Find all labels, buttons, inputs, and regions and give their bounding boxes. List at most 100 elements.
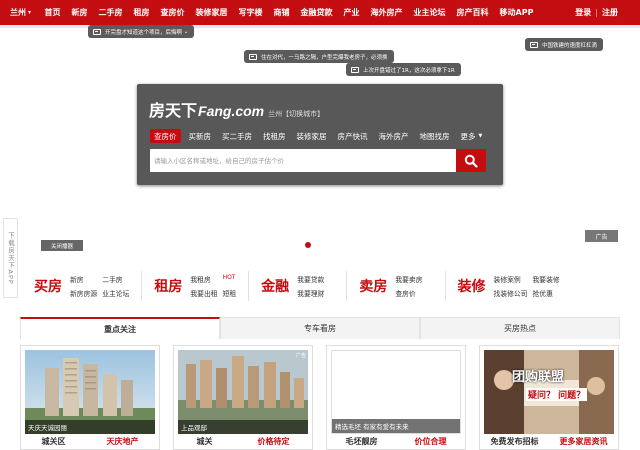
category-finance: 金融 我要贷款 我要理财 bbox=[261, 263, 359, 308]
property-card[interactable]: 天庆天诚园丽 城关区 天庆地产 bbox=[20, 345, 160, 450]
category-rent: 租房 我租房 HOT 我要出租 短租 bbox=[154, 263, 261, 308]
search-button[interactable] bbox=[456, 149, 486, 172]
category-title[interactable]: 租房 bbox=[154, 276, 182, 296]
link-wealth[interactable]: 我要理财 bbox=[297, 288, 324, 298]
more-news-link[interactable]: 更多家居资讯 bbox=[560, 436, 608, 447]
comment-bubble[interactable]: 上次开盘错过了1R，这次必须拿下1R bbox=[346, 63, 461, 76]
carousel-dot[interactable] bbox=[305, 242, 311, 248]
caret-down-icon: ▼ bbox=[478, 133, 483, 139]
link-loan[interactable]: 我要贷款 bbox=[297, 274, 324, 284]
nav-second-hand[interactable]: 二手房 bbox=[93, 7, 128, 18]
nav-new-house[interactable]: 新房 bbox=[66, 7, 93, 18]
link-new-house[interactable]: 新房 bbox=[70, 274, 97, 284]
property-image[interactable]: 精选毛坯 有家有爱有未来 bbox=[331, 350, 461, 434]
card-price[interactable]: 价格待定 bbox=[258, 436, 290, 447]
link-deals[interactable]: 抢优惠 bbox=[533, 288, 560, 298]
search-input[interactable] bbox=[150, 149, 456, 172]
ad-label: 广告 bbox=[585, 230, 618, 242]
city-selector[interactable]: 兰州 ▾ bbox=[0, 7, 39, 18]
nav-office[interactable]: 写字楼 bbox=[233, 7, 268, 18]
search-tabs: 查房价 买新房 买二手房 找租房 装修家居 房产快讯 海外房产 地图找房 更多 ▼ bbox=[150, 129, 490, 143]
link-cases[interactable]: 装修案例 bbox=[494, 274, 528, 284]
promo-card[interactable]: 团购联盟 疑问？ 问题？ 免费发布招标 更多家居资讯 bbox=[479, 345, 619, 450]
property-image[interactable]: 上品观邸 广告 bbox=[178, 350, 308, 434]
image-caption: 精选毛坯 有家有爱有未来 bbox=[332, 419, 460, 433]
tab-more[interactable]: 更多 ▼ bbox=[458, 129, 486, 143]
hot-badge: HOT bbox=[222, 273, 236, 281]
card-location[interactable]: 城关区 bbox=[42, 436, 66, 447]
chat-icon bbox=[93, 28, 101, 35]
login-link[interactable]: 登录 bbox=[575, 7, 591, 18]
card-location[interactable]: 城关 bbox=[197, 436, 213, 447]
comment-bubble[interactable]: 开完盘才知道这个项目，后悔啊 ⌄ bbox=[88, 25, 195, 38]
tab-overseas[interactable]: 海外房产 bbox=[376, 129, 412, 143]
site-logo[interactable]: 房天下 Fang.com 兰州【切换城市】 bbox=[149, 97, 324, 121]
nav-forum[interactable]: 业主论坛 bbox=[408, 7, 451, 18]
ad-tag: 广告 bbox=[295, 353, 306, 359]
tab-news[interactable]: 房产快讯 bbox=[335, 129, 371, 143]
card-title[interactable]: 毛坯靓房 bbox=[346, 436, 378, 447]
link-check-price[interactable]: 查房价 bbox=[395, 288, 422, 298]
tab-decoration[interactable]: 装修家居 bbox=[294, 129, 330, 143]
link-find-rent[interactable]: 我租房 bbox=[190, 274, 217, 284]
property-image[interactable]: 天庆天诚园丽 bbox=[25, 350, 155, 434]
property-card[interactable]: 精选毛坯 有家有爱有未来 毛坯靓房 价位合理 bbox=[326, 345, 466, 450]
card-developer[interactable]: 天庆地产 bbox=[107, 436, 139, 447]
category-title[interactable]: 买房 bbox=[34, 276, 62, 296]
question-text: 疑问？ 问题？ bbox=[526, 388, 588, 401]
link-lease-out[interactable]: 我要出租 bbox=[190, 288, 217, 298]
free-bid-link[interactable]: 免费发布招标 bbox=[491, 436, 539, 447]
divider bbox=[248, 270, 250, 301]
tab-new-house[interactable]: 买新房 bbox=[186, 129, 215, 143]
category-title[interactable]: 装修 bbox=[458, 276, 486, 296]
property-card[interactable]: 上品观邸 广告 城关 价格待定 bbox=[173, 345, 313, 450]
nav-price-check[interactable]: 查房价 bbox=[155, 7, 190, 18]
tab-hot-topics[interactable]: 买房热点 bbox=[420, 317, 620, 339]
divider bbox=[141, 270, 143, 301]
promo-image[interactable]: 团购联盟 疑问？ 问题？ bbox=[484, 350, 614, 434]
nav-home[interactable]: 首页 bbox=[39, 7, 66, 18]
download-app-tab[interactable]: 下载房天下APP bbox=[3, 218, 18, 298]
link-sell-house[interactable]: 我要卖房 bbox=[395, 274, 422, 284]
image-caption: 上品观邸 bbox=[178, 420, 308, 434]
category-row: 买房 新房 二手房 新房房源 业主论坛 租房 我租房 HOT 我要出租 短租 金… bbox=[20, 263, 620, 308]
link-new-listings[interactable]: 新房房源 bbox=[70, 288, 97, 298]
comment-bubble[interactable]: 中国铁建的速度杠杠滴 bbox=[525, 38, 604, 51]
search-bar bbox=[150, 149, 486, 172]
link-decorate[interactable]: 我要装修 bbox=[533, 274, 560, 284]
tab-map[interactable]: 地图找房 bbox=[417, 129, 453, 143]
comment-bubble[interactable]: 住在对代，一马路之隔，户型完爆我老房子，必须换 bbox=[244, 50, 394, 63]
divider bbox=[444, 270, 446, 301]
category-title[interactable]: 卖房 bbox=[359, 276, 387, 296]
category-decoration: 装修 装修案例 我要装修 找装修公司 抢优惠 bbox=[458, 263, 560, 308]
nav-shops[interactable]: 商铺 bbox=[268, 7, 295, 18]
link-owner-forum[interactable]: 业主论坛 bbox=[102, 288, 129, 298]
search-panel: 房天下 Fang.com 兰州【切换城市】 查房价 买新房 买二手房 找租房 装… bbox=[137, 84, 503, 185]
nav-overseas[interactable]: 海外房产 bbox=[365, 7, 408, 18]
tab-car-viewing[interactable]: 专车看房 bbox=[220, 317, 420, 339]
card-price[interactable]: 价位合理 bbox=[415, 436, 447, 447]
tab-price-check[interactable]: 查房价 bbox=[150, 129, 181, 143]
nav-decoration[interactable]: 装修家居 bbox=[190, 7, 233, 18]
search-icon bbox=[464, 154, 478, 168]
nav-industry[interactable]: 产业 bbox=[338, 7, 365, 18]
image-caption: 天庆天诚园丽 bbox=[25, 420, 155, 434]
link-short-rent[interactable]: 短租 bbox=[223, 288, 237, 298]
switch-city-link[interactable]: 兰州【切换城市】 bbox=[268, 109, 324, 119]
nav-finance[interactable]: 金融贷款 bbox=[295, 7, 338, 18]
category-title[interactable]: 金融 bbox=[261, 276, 289, 296]
nav-wiki[interactable]: 房产百科 bbox=[451, 7, 494, 18]
chat-icon bbox=[530, 41, 538, 48]
tab-rent[interactable]: 找租房 bbox=[260, 129, 289, 143]
nav-rent[interactable]: 租房 bbox=[128, 7, 155, 18]
top-nav: 兰州 ▾ 首页 新房 二手房 租房 查房价 装修家居 写字楼 商铺 金融贷款 产业… bbox=[0, 0, 640, 25]
chat-icon bbox=[351, 66, 359, 73]
register-link[interactable]: 注册 bbox=[602, 7, 618, 18]
tab-second-hand[interactable]: 买二手房 bbox=[219, 129, 255, 143]
chat-icon bbox=[249, 53, 257, 60]
tab-focus[interactable]: 重点关注 bbox=[20, 317, 220, 339]
close-player-button[interactable]: 关闭播器 bbox=[41, 240, 83, 251]
link-second-hand[interactable]: 二手房 bbox=[102, 274, 129, 284]
link-find-company[interactable]: 找装修公司 bbox=[494, 288, 528, 298]
nav-mobile-app[interactable]: 移动APP bbox=[494, 7, 539, 18]
